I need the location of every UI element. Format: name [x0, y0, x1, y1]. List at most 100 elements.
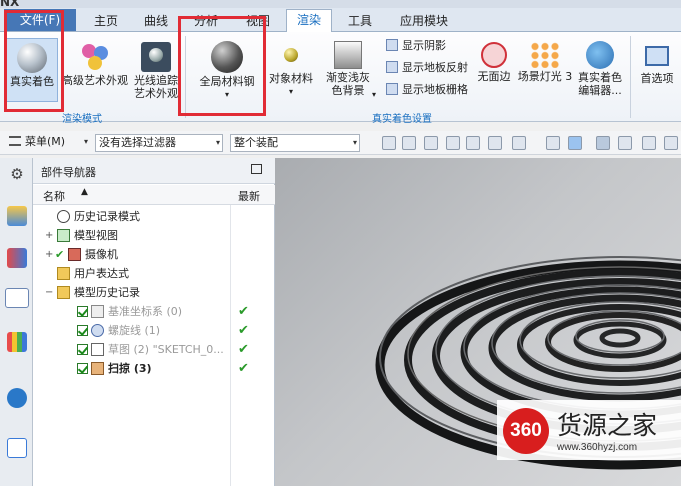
chevron-down-icon: ▾ [215, 138, 220, 147]
highlight-box-global-material [178, 16, 266, 116]
shadow-icon [386, 39, 398, 51]
preferences-button[interactable]: 首选项 [636, 38, 678, 85]
tree-row-label: 螺旋线 (1) [108, 324, 161, 337]
tab-home[interactable]: 主页 [86, 11, 126, 31]
history-icon[interactable] [7, 438, 27, 458]
true-shade-editor-label-1: 真实着色 [578, 71, 622, 84]
tab-render[interactable]: 渲染 [286, 9, 332, 33]
floor-reflection-icon [386, 61, 398, 73]
web-browser-icon[interactable] [7, 388, 27, 408]
tree-row-label: 用户表达式 [74, 267, 129, 280]
tree-row[interactable]: − 模型历史记录 [33, 283, 265, 302]
true-shade-editor-button[interactable]: 真实着色 编辑器... [574, 38, 626, 97]
light-grid-icon [530, 42, 560, 68]
tree-row[interactable]: 基准坐标系 (0) ✔ [33, 302, 265, 321]
chevron-down-icon: ▾ [352, 138, 357, 147]
assembly-scope-select[interactable]: 整个装配 ▾ [230, 134, 360, 152]
tree-row-label: 扫掠 (3) [108, 362, 152, 375]
tree-row-label: 历史记录模式 [74, 210, 140, 223]
menu-tab-bar: 文件(F) 主页 曲线 分析 视图 渲染 工具 应用模块 [0, 8, 681, 33]
select-icon[interactable] [466, 136, 480, 150]
tree-row[interactable]: + 模型视图 [33, 226, 265, 245]
title-strip: NX [0, 0, 681, 9]
folder-icon [57, 267, 70, 280]
expand-icon[interactable]: + [45, 245, 53, 264]
no-face-edge-button[interactable]: 无面边 [474, 38, 514, 83]
tree-row[interactable]: 草图 (2) "SKETCH_0... ✔ [33, 340, 265, 359]
gear-icon[interactable]: ⚙ [7, 164, 27, 184]
point-snap-icon[interactable] [596, 136, 610, 150]
checkmark-icon: ✔ [238, 342, 249, 357]
arrow-icon[interactable] [446, 136, 460, 150]
maximize-icon[interactable] [251, 164, 262, 174]
scene-light-label: 场景灯光 3 [517, 70, 573, 83]
dashed-rect-icon[interactable] [512, 136, 526, 150]
datum-csys-icon [91, 305, 104, 318]
tree-row[interactable]: + ✔ 摄像机 [33, 245, 265, 264]
checkmark-icon: ✔ [238, 323, 249, 338]
add-icon[interactable] [424, 136, 438, 150]
small-sphere-icon [284, 48, 298, 62]
show-floor-grid-label: 显示地板栅格 [402, 83, 468, 96]
menu-button[interactable]: 菜单(M) ▾ [6, 134, 90, 152]
gradient-background-button[interactable]: 渐变浅灰 色背景 [322, 38, 374, 97]
preferences-label: 首选项 [640, 72, 674, 85]
snap-point-icon[interactable] [402, 136, 416, 150]
scene-light-button[interactable]: 场景灯光 3 [516, 38, 574, 83]
chevron-down-icon: ▾ [288, 87, 293, 96]
tree-row[interactable]: 用户表达式 [33, 264, 265, 283]
tab-curve[interactable]: 曲线 [136, 11, 176, 31]
gradient-label-1: 渐变浅灰 [326, 71, 370, 84]
col-name-header[interactable]: 名称 [43, 188, 65, 204]
checkbox[interactable] [77, 325, 88, 336]
expand-icon[interactable]: + [45, 226, 53, 245]
line-icon[interactable] [618, 136, 632, 150]
raytrace-label-1: 光线追踪 [134, 74, 178, 87]
raytrace-label-2: 艺术外观 [134, 87, 178, 100]
tab-application[interactable]: 应用模块 [390, 11, 458, 31]
col-latest-header[interactable]: 最新 [238, 188, 260, 204]
show-shadow-toggle[interactable]: 显示阴影 [386, 38, 446, 54]
part-navigator-icon[interactable] [5, 288, 29, 308]
object-material-label: 对象材料 [269, 72, 313, 85]
eraser-icon[interactable] [546, 136, 560, 150]
folder-open-icon [57, 286, 70, 299]
constraint-navigator-icon[interactable] [7, 248, 27, 268]
tree-row-label: 摄像机 [85, 248, 118, 261]
diagonal-line-icon[interactable] [642, 136, 656, 150]
object-material-button[interactable]: 对象材料 ▾ [266, 38, 316, 98]
show-floor-grid-toggle[interactable]: 显示地板栅格 [386, 82, 468, 98]
cube-icon[interactable] [568, 136, 582, 150]
checkbox[interactable] [77, 363, 88, 374]
raytrace-icon [141, 42, 171, 72]
selection-toolbar: 菜单(M) ▾ 没有选择过滤器 ▾ 整个装配 ▾ [0, 131, 681, 155]
raytrace-art-button[interactable]: 光线追踪 艺术外观 [130, 38, 182, 100]
box-select-icon[interactable] [488, 136, 502, 150]
reuse-library-icon[interactable] [7, 332, 27, 352]
group-true-shade-settings-label: 真实着色设置 [372, 114, 432, 125]
collapse-icon[interactable]: − [45, 283, 53, 302]
tree-row[interactable]: 历史记录模式 [33, 207, 265, 226]
camera-icon [68, 248, 81, 261]
selection-filter-select[interactable]: 没有选择过滤器 ▾ [95, 134, 223, 152]
model-view-icon [57, 229, 70, 242]
show-floor-reflection-toggle[interactable]: 显示地板反射 [386, 60, 468, 76]
checkbox[interactable] [77, 344, 88, 355]
no-edge-cube-icon [481, 42, 507, 68]
highlight-box-true-shading [4, 10, 64, 112]
show-shadow-label: 显示阴影 [402, 39, 446, 52]
checkmark-icon: ✔ [55, 248, 65, 261]
monitor-icon [645, 46, 669, 66]
checkmark-icon: ✔ [238, 361, 249, 376]
assembly-navigator-icon[interactable] [7, 206, 27, 226]
tree-row[interactable]: 螺旋线 (1) ✔ [33, 321, 265, 340]
tab-tools[interactable]: 工具 [340, 11, 380, 31]
advanced-art-button[interactable]: 高级艺术外观 [62, 38, 128, 87]
snap-icon[interactable] [382, 136, 396, 150]
plane-icon[interactable] [664, 136, 678, 150]
checkbox[interactable] [77, 306, 88, 317]
floor-grid-icon [386, 83, 398, 95]
selection-filter-value: 没有选择过滤器 [99, 136, 176, 149]
tree-row[interactable]: 扫掠 (3) ✔ [33, 359, 265, 378]
menu-label: 菜单(M) [25, 135, 66, 148]
